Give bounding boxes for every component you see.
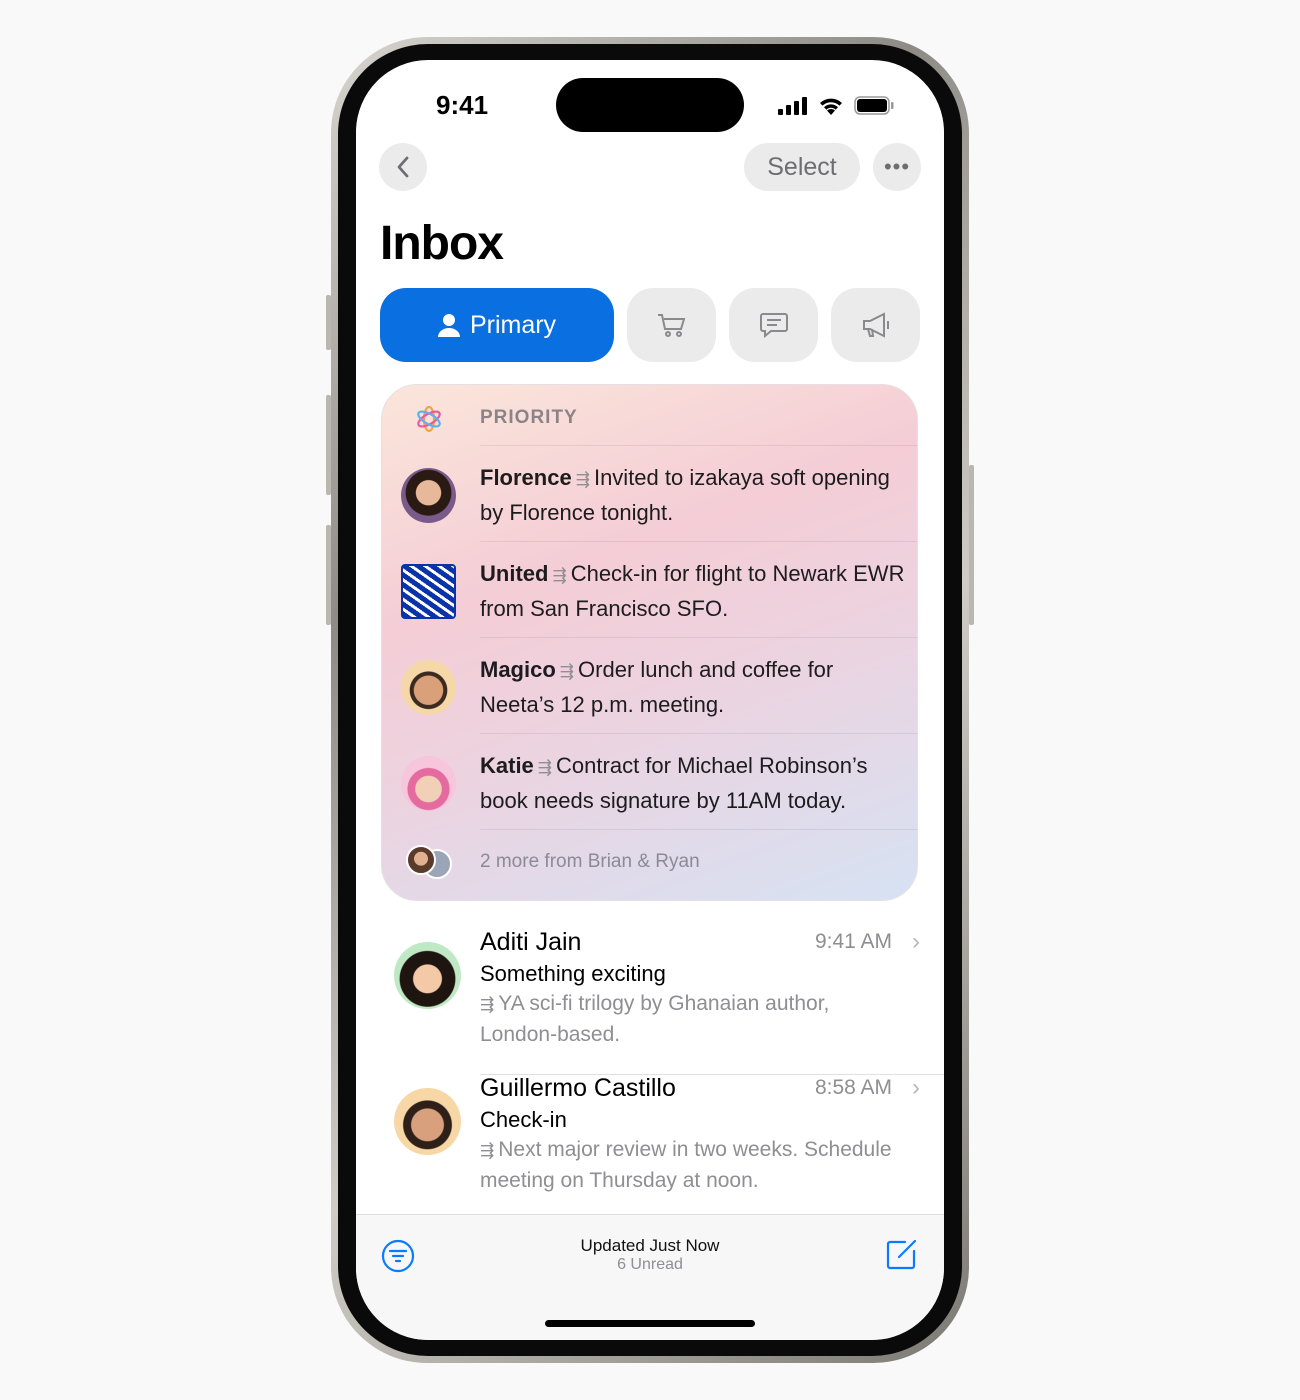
summary-icon: ⇶ <box>480 1141 495 1160</box>
update-status: Updated Just Now <box>580 1236 720 1255</box>
stacked-avatars <box>406 845 454 881</box>
sender-name: Aditi Jain <box>480 928 582 956</box>
ellipsis-icon: ••• <box>883 154 911 179</box>
sender-name: Guillermo Castillo <box>480 1074 676 1102</box>
back-button[interactable] <box>379 143 427 191</box>
summary-icon: ⇶ <box>480 995 495 1014</box>
screen: 9:41 Select ••• Inbox Primary PRIORITY F… <box>356 60 944 1340</box>
status-time: 9:41 <box>436 90 489 120</box>
cart-icon <box>657 314 685 337</box>
priority-card: PRIORITY Florence ⇶ Invited to izakaya sof… <box>381 384 918 901</box>
priority-item[interactable]: Florence ⇶ Invited to izakaya soft opening… <box>382 445 917 541</box>
tab-primary[interactable]: Primary <box>380 288 614 362</box>
volume-down-button <box>326 525 331 625</box>
united-logo <box>401 564 456 619</box>
priority-label: PRIORITY <box>480 407 578 428</box>
battery-icon <box>854 96 894 115</box>
unread-count: 6 Unread <box>617 1256 683 1273</box>
tab-updates[interactable] <box>729 288 818 362</box>
more-button[interactable]: ••• <box>873 143 921 191</box>
status-icons <box>778 96 894 115</box>
person-icon <box>437 314 460 337</box>
priority-item[interactable]: United ⇶ Check-in for flight to Newark EWR… <box>382 541 917 637</box>
priority-item[interactable]: Magico ⇶ Order lunch and coffee for Neeta’… <box>382 637 917 733</box>
sender-name: Florence <box>480 465 572 490</box>
volume-up-button <box>326 395 331 495</box>
action-button <box>326 295 331 350</box>
megaphone-icon <box>862 312 889 338</box>
divider <box>480 829 917 830</box>
avatar <box>401 468 456 523</box>
chevron-right-icon: › <box>912 928 920 955</box>
avatar <box>394 942 461 1009</box>
priority-item[interactable]: Katie ⇶ Contract for Michael Robinson’s bo… <box>382 733 917 829</box>
summary-icon: ⇶ <box>559 662 575 681</box>
summary-icon: ⇶ <box>552 566 567 585</box>
select-button[interactable]: Select <box>744 143 860 191</box>
avatar <box>401 756 456 811</box>
message-row[interactable]: Aditi Jain 9:41 AM › Something exciting … <box>356 928 944 1075</box>
signal-icon <box>778 97 807 115</box>
sender-name: Magico <box>480 657 556 682</box>
message-time: 8:58 AM <box>814 1076 892 1099</box>
sender-name: United <box>480 561 549 586</box>
avatar <box>401 660 456 715</box>
page-title: Inbox <box>380 217 504 270</box>
summary-icon: ⇶ <box>575 470 590 489</box>
apple-intelligence-icon <box>417 405 441 433</box>
sender-name: Katie <box>480 753 534 778</box>
dynamic-island <box>556 78 744 132</box>
avatar <box>394 1088 461 1155</box>
tab-transactions[interactable] <box>627 288 716 362</box>
side-button <box>969 465 974 625</box>
message-preview: YA sci-fi trilogy by Ghanaian author, Lo… <box>480 992 830 1046</box>
message-row[interactable]: Guillermo Castillo 8:58 AM › Check-in ⇶ N… <box>356 1074 944 1221</box>
more-priority-link[interactable]: 2 more from Brian & Ryan <box>480 851 700 873</box>
chevron-right-icon: › <box>912 1074 920 1101</box>
chevron-left-icon <box>397 156 409 178</box>
message-subject: Check-in <box>480 1107 567 1132</box>
message-subject: Something exciting <box>480 961 666 986</box>
compose-icon[interactable] <box>885 1237 919 1271</box>
message-icon <box>759 313 788 338</box>
message-time: 9:41 AM <box>814 930 892 953</box>
wifi-icon <box>820 98 842 115</box>
tab-promotions[interactable] <box>831 288 920 362</box>
home-indicator[interactable] <box>545 1320 755 1327</box>
summary-icon: ⇶ <box>537 758 553 777</box>
message-preview: Next major review in two weeks. Schedule… <box>480 1138 892 1192</box>
tab-primary-label: Primary <box>469 310 557 339</box>
